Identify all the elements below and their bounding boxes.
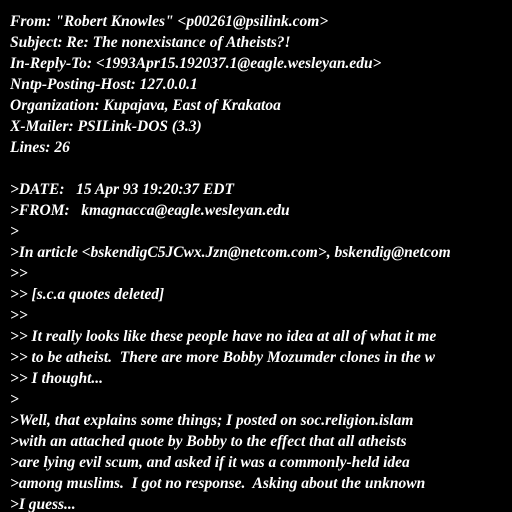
header-subject: Subject: Re: The nonexistance of Atheist… [10,34,291,51]
quote-line: >> I thought... [10,370,104,387]
header-organization: Organization: Kupajava, East of Krakatoa [10,97,281,114]
quote-line: > [10,391,19,408]
quote-line: > [10,223,19,240]
header-in-reply-to: In-Reply-To: <1993Apr15.192037.1@eagle.w… [10,55,382,72]
quote-line: >Well, that explains some things; I post… [10,412,414,429]
quote-line: >among muslims. I got no response. Askin… [10,475,426,492]
quote-line: >with an attached quote by Bobby to the … [10,433,407,450]
quote-line: >In article <bskendigC5JCwx.Jzn@netcom.c… [10,244,451,261]
message-document: From: "Robert Knowles" <p00261@psilink.c… [10,11,512,512]
header-from: From: "Robert Knowles" <p00261@psilink.c… [10,13,329,30]
header-lines: Lines: 26 [10,139,70,156]
header-nntp-posting-host: Nntp-Posting-Host: 127.0.0.1 [10,76,198,93]
quoted-from: >FROM: kmagnacca@eagle.wesleyan.edu [10,202,290,219]
quote-line: >I guess... [10,496,76,512]
quote-line: >are lying evil scum, and asked if it wa… [10,454,410,471]
quote-line: >> [10,265,28,282]
quote-line: >> [s.c.a quotes deleted] [10,286,165,303]
quote-line: >> [10,307,28,324]
header-x-mailer: X-Mailer: PSILink-DOS (3.3) [10,118,202,135]
quote-line: >> It really looks like these people hav… [10,328,437,345]
quoted-date: >DATE: 15 Apr 93 19:20:37 EDT [10,181,234,198]
quote-line: >> to be atheist. There are more Bobby M… [10,349,435,366]
